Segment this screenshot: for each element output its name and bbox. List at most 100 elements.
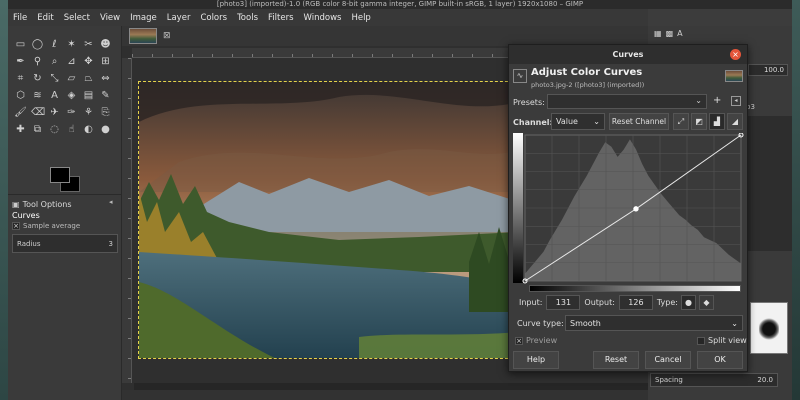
curve-graph[interactable] — [513, 133, 745, 298]
text-icon[interactable]: A — [48, 89, 61, 102]
close-icon[interactable]: ⊠ — [163, 31, 171, 41]
airbrush-icon[interactable]: ✈ — [48, 106, 61, 119]
blur-icon[interactable]: ◌ — [48, 123, 61, 136]
channel-dropdown[interactable]: Value ⌄ — [551, 113, 605, 130]
curve-type-dropdown[interactable]: Smooth ⌄ — [565, 315, 743, 331]
curve-control-point[interactable] — [633, 206, 639, 212]
scale-icon[interactable]: ⤡ — [48, 72, 61, 85]
pencil-icon[interactable]: ✎ — [99, 89, 112, 102]
zoom-icon[interactable]: ⌕ — [48, 55, 61, 68]
warp-icon[interactable]: ≋ — [31, 89, 44, 102]
type-label: Type: — [656, 297, 678, 307]
menu-filters[interactable]: Filters — [263, 13, 298, 23]
menu-view[interactable]: View — [95, 13, 125, 23]
paintbrush-icon[interactable]: 🖌 — [14, 106, 27, 119]
graph-area — [522, 133, 744, 284]
image-tab-thumbnail[interactable] — [129, 28, 157, 44]
presets-dropdown[interactable]: ⌄ — [547, 94, 707, 109]
ellipse-select-icon[interactable]: ◯ — [31, 38, 44, 51]
tool-options-tab[interactable]: ▣ Tool Options — [12, 197, 72, 211]
tool-grid: ▭ ◯ ℓ ✶ ✂ ☻ ✒ ⚲ ⌕ ⊿ ✥ ⊞ ⌗ ↻ ⤡ ▱ ⏢ ⇔ ⬡ ≋ … — [14, 38, 118, 136]
landscape-photo — [139, 82, 517, 358]
curve-type-label: Curve type: — [517, 319, 564, 328]
menu-select[interactable]: Select — [59, 13, 95, 23]
foreground-color-swatch[interactable] — [50, 167, 70, 183]
brushes-tab-icon[interactable]: ▦ — [654, 29, 662, 38]
preview-checkbox[interactable]: × — [515, 336, 523, 345]
crop-icon[interactable]: ⌗ — [14, 72, 27, 85]
preset-menu-icon[interactable]: ◂ — [731, 96, 741, 106]
fonts-tab-icon[interactable]: A — [677, 29, 682, 38]
horizontal-scrollbar[interactable] — [134, 383, 648, 390]
smooth-point-icon[interactable]: ● — [680, 294, 696, 310]
menu-layer[interactable]: Layer — [162, 13, 196, 23]
spacing-field[interactable]: Spacing 20.0 — [650, 373, 778, 387]
move-icon[interactable]: ✥ — [82, 55, 95, 68]
align-icon[interactable]: ⊞ — [99, 55, 112, 68]
brush-shape — [759, 317, 779, 341]
foreground-select-icon[interactable]: ☻ — [99, 38, 112, 51]
tool-options-tab-label: Tool Options — [22, 199, 72, 209]
canvas-image[interactable] — [138, 81, 518, 359]
radius-field[interactable]: Radius 3 — [12, 234, 118, 253]
menu-windows[interactable]: Windows — [299, 13, 347, 23]
clone-icon[interactable]: ⎘ — [99, 106, 112, 119]
log-histogram-icon[interactable]: ◢ — [727, 113, 743, 130]
heal-icon[interactable]: ✚ — [14, 123, 27, 136]
fuzzy-select-icon[interactable]: ✶ — [65, 38, 78, 51]
brush-preview[interactable] — [750, 302, 788, 354]
cancel-button[interactable]: Cancel — [645, 351, 691, 369]
linear-histogram-icon[interactable]: ▟ — [709, 113, 725, 130]
fg-color-picker-icon[interactable]: ● — [99, 123, 112, 136]
cage-icon[interactable]: ⬡ — [14, 89, 27, 102]
patterns-tab-icon[interactable]: ▩ — [666, 29, 674, 38]
chevron-down-icon: ⌄ — [593, 117, 600, 126]
spacing-label: Spacing — [655, 376, 683, 384]
color-picker-icon[interactable]: ⚲ — [31, 55, 44, 68]
rect-select-icon[interactable]: ▭ — [14, 38, 27, 51]
expand-icon[interactable]: ⤢ — [673, 113, 689, 130]
eraser-icon[interactable]: ⌫ — [31, 106, 45, 119]
perspective-clone-icon[interactable]: ⧉ — [31, 123, 44, 136]
close-icon[interactable]: × — [730, 49, 741, 60]
output-spinbox[interactable]: 126 — [618, 294, 653, 310]
scissors-icon[interactable]: ✂ — [82, 38, 95, 51]
flip-icon[interactable]: ⇔ — [99, 72, 112, 85]
sample-average-row[interactable]: × Sample average — [12, 222, 80, 230]
shear-icon[interactable]: ▱ — [65, 72, 78, 85]
paths-icon[interactable]: ✒ — [14, 55, 27, 68]
menu-tools[interactable]: Tools — [232, 13, 263, 23]
corner-point-icon[interactable]: ◆ — [698, 294, 714, 310]
menu-help[interactable]: Help — [346, 13, 375, 23]
preview-row[interactable]: × Preview — [515, 336, 557, 345]
menu-file[interactable]: File — [8, 13, 32, 23]
reset-button[interactable]: Reset — [593, 351, 639, 369]
menu-image[interactable]: Image — [125, 13, 162, 23]
graph-view-icon[interactable]: ◩ — [691, 113, 707, 130]
add-preset-icon[interactable]: + — [713, 95, 721, 106]
measure-icon[interactable]: ⊿ — [65, 55, 78, 68]
perspective-icon[interactable]: ⏢ — [82, 72, 95, 85]
dodge-burn-icon[interactable]: ◐ — [82, 123, 95, 136]
split-view-checkbox[interactable] — [697, 336, 705, 345]
mypaint-brush-icon[interactable]: ⚘ — [82, 106, 95, 119]
bucket-fill-icon[interactable]: ◈ — [65, 89, 78, 102]
reset-channel-button[interactable]: Reset Channel — [609, 113, 669, 130]
split-view-row[interactable]: Split view — [697, 336, 747, 345]
ok-button[interactable]: OK — [697, 351, 743, 369]
help-button[interactable]: Help — [513, 351, 559, 369]
lasso-icon[interactable]: ℓ — [48, 38, 61, 51]
layers-list[interactable] — [742, 116, 792, 251]
ink-icon[interactable]: ✑ — [65, 106, 78, 119]
menu-edit[interactable]: Edit — [32, 13, 58, 23]
smudge-icon[interactable]: ☝ — [65, 123, 78, 136]
opacity-field[interactable]: 100.0 — [748, 64, 788, 76]
menu-colors[interactable]: Colors — [195, 13, 232, 23]
input-spinbox[interactable]: 131 — [546, 294, 581, 310]
dialog-heading: Adjust Color Curves — [531, 67, 643, 78]
blend-icon[interactable]: ▤ — [82, 89, 95, 102]
sample-average-checkbox[interactable]: × — [12, 222, 20, 230]
tool-options-menu-icon[interactable]: ◂ — [109, 198, 113, 206]
image-tabs: ⊠ — [122, 26, 648, 46]
rotate-icon[interactable]: ↻ — [31, 72, 44, 85]
